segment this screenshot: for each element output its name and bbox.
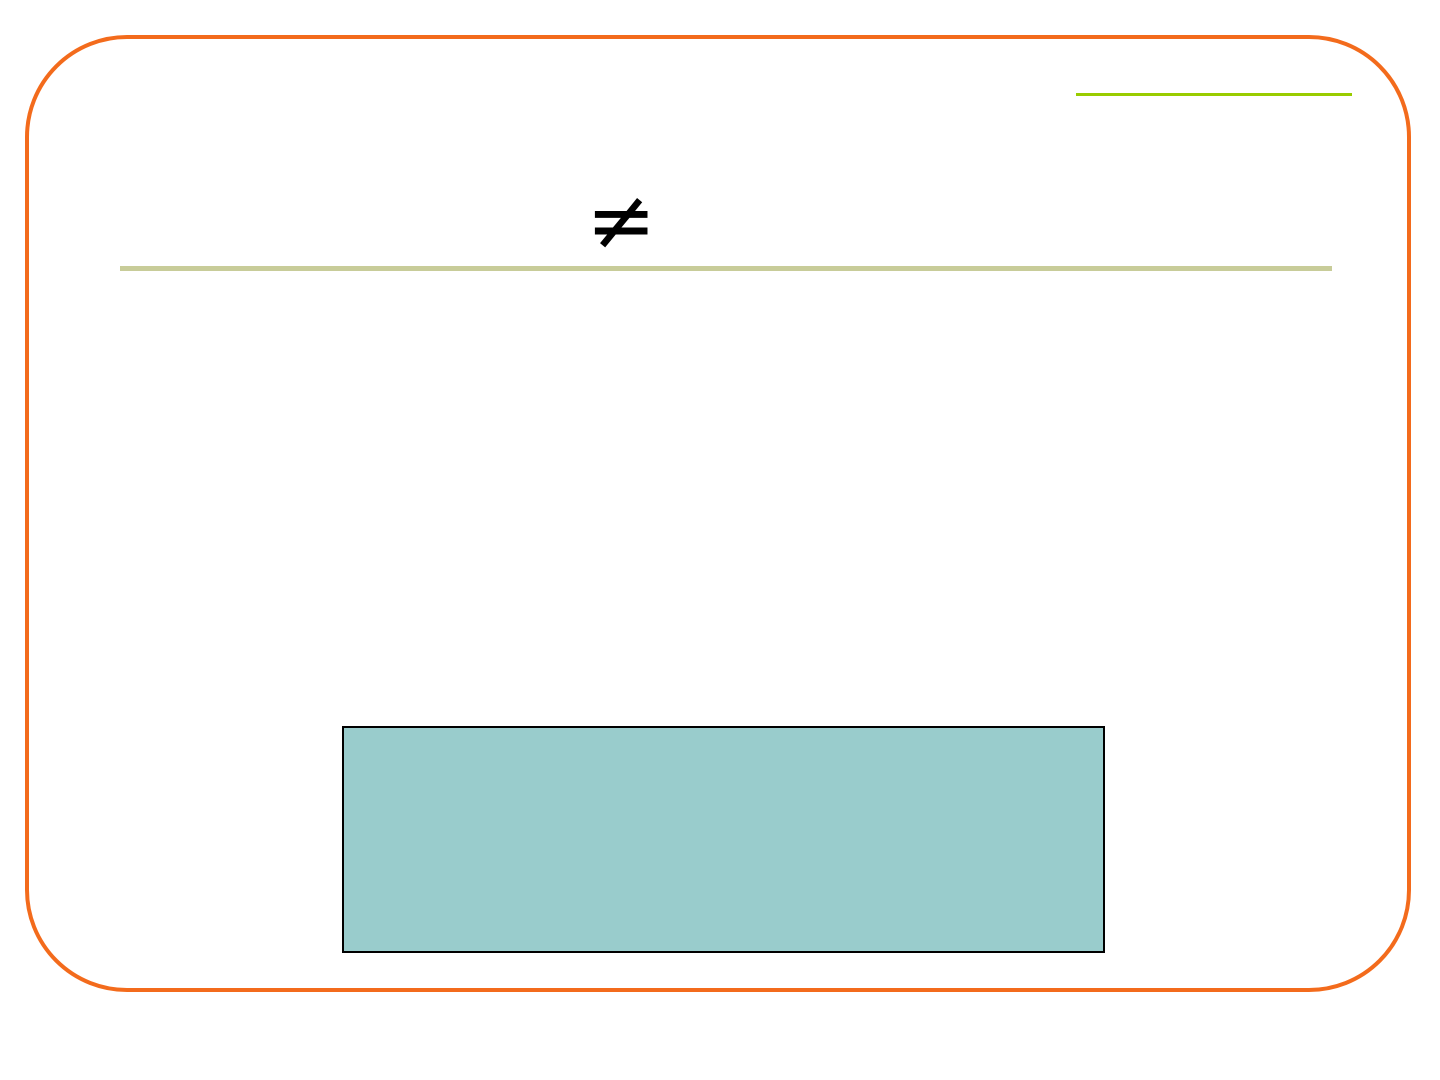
slide: ≠ bbox=[0, 0, 1440, 1080]
not-equal-symbol: ≠ bbox=[586, 171, 657, 269]
accent-line bbox=[1076, 93, 1352, 96]
title-divider bbox=[120, 266, 1332, 271]
content-box bbox=[342, 726, 1105, 953]
